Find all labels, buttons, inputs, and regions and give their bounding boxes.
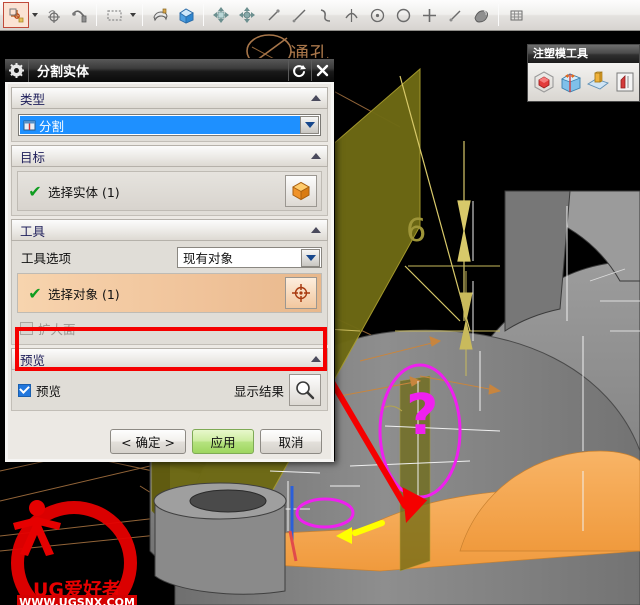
chevron-up-icon-tool[interactable] (305, 220, 327, 240)
cancel-button[interactable]: 取消 (260, 428, 322, 454)
select-object-label: 选择对象 (1) (48, 286, 120, 302)
section-header-target[interactable]: 目标 (11, 145, 328, 167)
extrude-icon[interactable] (147, 2, 173, 28)
enlarge-face-label: 扩大面 (38, 321, 76, 337)
chevron-down-icon-type-combo[interactable] (300, 116, 319, 134)
section-panel-type: 分割 (11, 109, 328, 142)
circle-icon[interactable] (390, 2, 416, 28)
toolbar-group-datum (3, 1, 92, 30)
line3-icon[interactable] (442, 2, 468, 28)
transform-icon[interactable] (234, 2, 260, 28)
type-combobox-value: 分割 (39, 118, 65, 134)
gear-icon (5, 59, 29, 82)
solid-patch-icon[interactable] (585, 65, 612, 99)
section-header-preview[interactable]: 预览 (11, 348, 328, 370)
chevron-up-icon-target[interactable] (305, 146, 327, 166)
preview-label: 预览 (36, 383, 62, 399)
question-mark-annotation: ? (406, 383, 439, 448)
split-icon (19, 119, 39, 132)
surface-icon[interactable] (468, 2, 494, 28)
toolbar-group-sketch (101, 1, 138, 30)
preview-row: 预览 显示结果 (18, 372, 321, 408)
create-box-icon[interactable] (530, 65, 557, 99)
line-icon[interactable] (260, 2, 286, 28)
enlarge-face-checkbox[interactable] (20, 321, 33, 335)
section-title-type: 类型 (20, 91, 46, 107)
tool-option-row: 工具选项 现有对象 (17, 245, 322, 269)
section-title-preview: 预览 (20, 352, 46, 368)
arc-tangent-icon[interactable] (338, 2, 364, 28)
dialog-footer: < 确定 > 应用 取消 (11, 427, 328, 455)
section-header-tool[interactable]: 工具 (11, 219, 328, 241)
chevron-up-icon-preview[interactable] (305, 349, 327, 369)
section-panel-tool: 工具选项 现有对象 ✔ 选择对象 (1) 扩大面 (11, 241, 328, 345)
tool-option-label: 工具选项 (21, 250, 72, 266)
split-solid-icon[interactable] (557, 65, 584, 99)
show-result-label: 显示结果 (233, 383, 284, 399)
mold-toolbar-icons (528, 63, 639, 101)
move-object-icon[interactable] (208, 2, 234, 28)
select-body-row[interactable]: ✔ 选择实体 (1) (17, 171, 322, 211)
line2-icon[interactable] (286, 2, 312, 28)
split-body-dialog[interactable]: 分割实体 类型 分割 目标 ✔ 选择实体 (1) 工具 工具选项 现有对象 ✔ … (4, 58, 335, 462)
dialog-title: 分割实体 (37, 65, 90, 80)
check-icon-tool: ✔ (28, 283, 42, 303)
toolbar-group-grid (503, 1, 529, 30)
datum-csys-icon[interactable] (3, 2, 29, 28)
application-window: 通孔 6 ? UG爱好者 WWW.UGSNX.COM 注塑模工具 分割实体 类型… (0, 0, 640, 605)
magnifier-icon[interactable] (289, 374, 321, 406)
grid-icon[interactable] (503, 2, 529, 28)
type-combobox[interactable]: 分割 (18, 114, 321, 136)
select-body-label: 选择实体 (1) (48, 184, 120, 200)
toolbar-group-curve (208, 1, 494, 30)
sketch-region-icon[interactable] (101, 2, 127, 28)
ok-button[interactable]: < 确定 > (110, 428, 186, 454)
point-constructor-icon[interactable] (285, 277, 317, 309)
section-panel-preview: 预览 显示结果 (11, 370, 328, 411)
spline-icon[interactable] (312, 2, 338, 28)
section-title-target: 目标 (20, 149, 46, 165)
main-toolbar[interactable] (0, 0, 640, 31)
preview-checkbox[interactable] (18, 383, 31, 397)
chevron-up-icon-type[interactable] (305, 88, 327, 108)
dialog-body: 类型 分割 目标 ✔ 选择实体 (1) 工具 工具选项 现有对象 ✔ 选择对象 … (5, 82, 334, 462)
edge-patch-icon[interactable] (612, 65, 639, 99)
tool-option-combobox[interactable]: 现有对象 (177, 246, 322, 268)
sketch-region-dropdown-arrow[interactable] (127, 2, 138, 28)
datum-csys-dropdown-arrow[interactable] (29, 2, 40, 28)
check-icon-target: ✔ (28, 181, 42, 201)
close-icon[interactable] (311, 60, 332, 81)
enlarge-face-row[interactable]: 扩大面 (17, 318, 322, 338)
toolbar-separator-1 (96, 4, 97, 26)
dialog-title-bar[interactable]: 分割实体 (5, 59, 334, 82)
cylinder-hole (189, 489, 267, 513)
circle-center-icon[interactable] (364, 2, 390, 28)
toolbar-group-feature (147, 1, 199, 30)
select-object-row[interactable]: ✔ 选择对象 (1) (17, 273, 322, 313)
section-header-type[interactable]: 类型 (11, 87, 328, 109)
chevron-down-icon-tool-combo[interactable] (301, 248, 320, 267)
toolbar-separator-3 (203, 4, 204, 26)
toolbar-separator-4 (498, 4, 499, 26)
apply-button[interactable]: 应用 (192, 428, 254, 454)
section-title-tool: 工具 (20, 223, 46, 239)
datum-axis-icon[interactable] (66, 2, 92, 28)
mold-toolbar-title: 注塑模工具 (528, 45, 639, 63)
section-panel-target: ✔ 选择实体 (1) (11, 167, 328, 216)
mold-tools-toolbar[interactable]: 注塑模工具 (527, 44, 640, 102)
tool-option-value: 现有对象 (183, 250, 234, 266)
dimension-value-6: 6 (406, 211, 427, 249)
toolbar-separator-2 (142, 4, 143, 26)
block-icon[interactable] (173, 2, 199, 28)
show-result-group: 显示结果 (234, 374, 321, 406)
datum-point-icon[interactable] (40, 2, 66, 28)
reset-icon[interactable] (288, 60, 309, 81)
point-icon[interactable] (416, 2, 442, 28)
solid-body-icon[interactable] (285, 175, 317, 207)
